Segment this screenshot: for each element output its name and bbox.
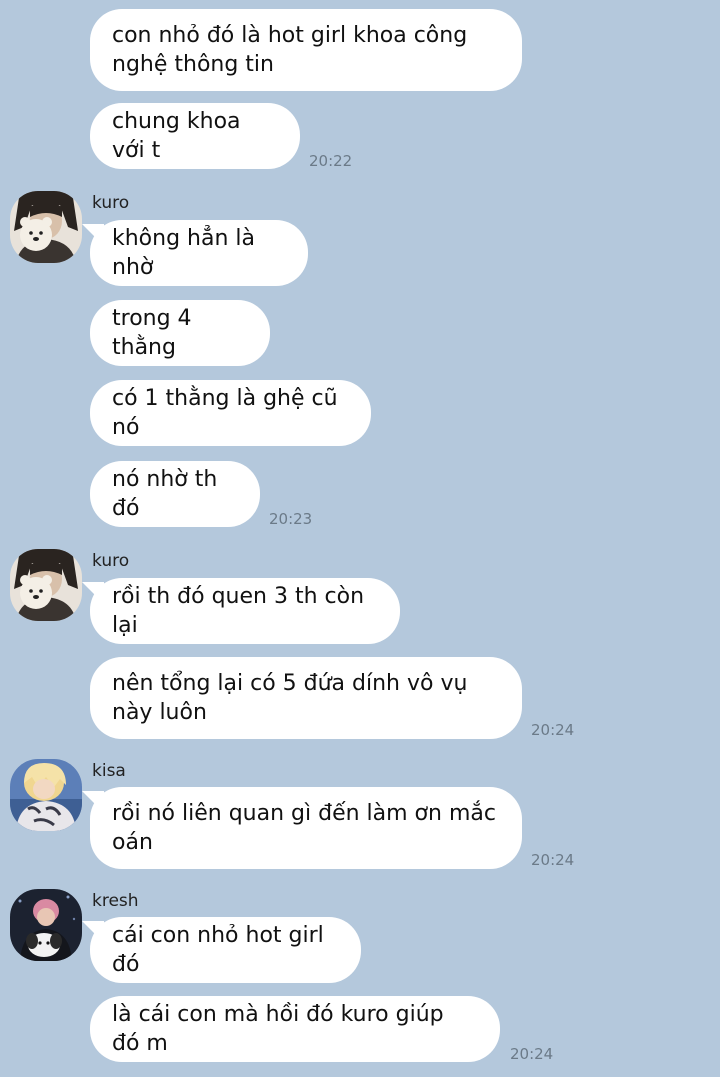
- pink-hair-with-dog-icon: [10, 889, 82, 961]
- message-timestamp: 20:24: [531, 851, 575, 869]
- avatar-kuro[interactable]: [10, 549, 82, 621]
- blond-hair-with-plush-icon: [10, 759, 82, 831]
- message-text: có 1 thằng là ghệ cũ nó: [112, 386, 338, 440]
- message-bubble[interactable]: nó nhờ th đó: [90, 461, 260, 527]
- message-text: chung khoa với t: [112, 109, 241, 163]
- message-timestamp: 20:24: [510, 1045, 554, 1063]
- message-text: nên tổng lại có 5 đứa dính vô vụ này luô…: [112, 671, 468, 725]
- message-timestamp: 20:23: [269, 510, 313, 528]
- person-with-bear-icon: [10, 549, 82, 621]
- message-bubble[interactable]: con nhỏ đó là hot girl khoa công nghệ th…: [90, 9, 522, 91]
- message-timestamp: 20:24: [531, 721, 575, 739]
- message-text: trong 4 thằng: [112, 306, 192, 360]
- avatar-kresh[interactable]: [10, 889, 82, 961]
- message-text: rồi th đó quen 3 th còn lại: [112, 584, 365, 638]
- sender-name: kuro: [92, 551, 130, 571]
- message-bubble[interactable]: không hẳn là nhờ: [90, 220, 308, 286]
- message-timestamp: 20:22: [309, 152, 353, 170]
- message-text: nó nhờ th đó: [112, 467, 218, 521]
- message-bubble[interactable]: có 1 thằng là ghệ cũ nó: [90, 380, 371, 446]
- message-bubble[interactable]: rồi nó liên quan gì đến làm ơn mắc oán: [90, 787, 522, 869]
- message-text: không hẳn là nhờ: [112, 226, 255, 280]
- message-text: rồi nó liên quan gì đến làm ơn mắc oán: [112, 801, 496, 855]
- message-text: con nhỏ đó là hot girl khoa công nghệ th…: [112, 23, 468, 77]
- message-text: cái con nhỏ hot girl đó: [112, 923, 324, 977]
- message-bubble[interactable]: là cái con mà hồi đó kuro giúp đó m: [90, 996, 500, 1062]
- avatar-kisa[interactable]: [10, 759, 82, 831]
- sender-name: kresh: [92, 891, 139, 911]
- message-bubble[interactable]: rồi th đó quen 3 th còn lại: [90, 578, 400, 644]
- person-with-bear-icon: [10, 191, 82, 263]
- message-text: là cái con mà hồi đó kuro giúp đó m: [112, 1002, 444, 1056]
- message-bubble[interactable]: cái con nhỏ hot girl đó: [90, 917, 361, 983]
- avatar-kuro[interactable]: [10, 191, 82, 263]
- sender-name: kuro: [92, 193, 130, 213]
- message-bubble[interactable]: trong 4 thằng: [90, 300, 270, 366]
- message-bubble[interactable]: nên tổng lại có 5 đứa dính vô vụ này luô…: [90, 657, 522, 739]
- sender-name: kisa: [92, 761, 126, 781]
- message-bubble[interactable]: chung khoa với t: [90, 103, 300, 169]
